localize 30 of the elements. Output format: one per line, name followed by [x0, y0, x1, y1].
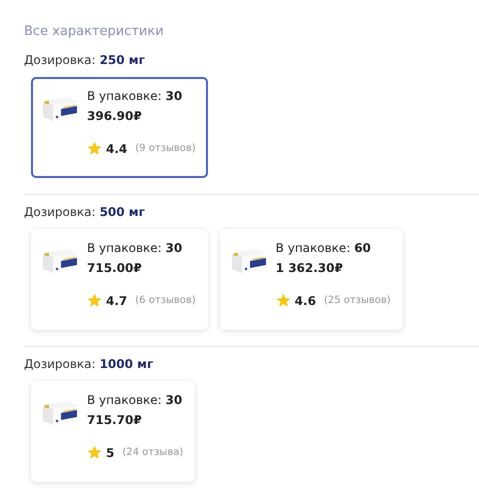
price: 396.90₽ [87, 109, 143, 123]
pack-size: В упаковке: 30 [87, 393, 184, 407]
pack-size: В упаковке: 30 [87, 241, 184, 255]
price: 715.70₽ [87, 413, 143, 427]
price: 1 362.30₽ [276, 261, 344, 275]
pack-size: В упаковке: 60 [276, 241, 372, 255]
dosage-label: Дозировка: [24, 205, 96, 219]
rating: 5 [106, 446, 114, 460]
review-count: (9 отзывов) [135, 143, 196, 154]
review-count: (25 отзывов) [324, 295, 391, 306]
review-count: (24 отзыва) [122, 447, 184, 458]
review-count: (6 отзывов) [135, 295, 196, 306]
star-icon [87, 141, 102, 156]
pack-size: В упаковке: 30 [87, 89, 184, 103]
variant-card[interactable]: В упаковке: 60 1 362.30₽ 4.6 (25 отзывов) [220, 229, 403, 330]
rating: 4.7 [106, 294, 128, 308]
dosage-label: Дозировка: [24, 357, 96, 371]
dosage-value: 1000 мг [100, 357, 154, 371]
dosage-label: Дозировка: [24, 53, 96, 67]
rating: 4.4 [106, 142, 128, 156]
dosage-value: 500 мг [100, 205, 145, 219]
star-icon [87, 445, 102, 460]
dosage-value: 250 мг [100, 53, 145, 67]
price: 715.00₽ [87, 261, 143, 275]
variant-card[interactable]: В упаковке: 30 715.00₽ 4.7 (6 отзывов) [31, 229, 208, 330]
star-icon [276, 293, 291, 308]
star-icon [87, 293, 102, 308]
variant-card[interactable]: В упаковке: 30 715.70₽ 5 (24 отзыва) [31, 381, 196, 482]
variant-card[interactable]: В упаковке: 30 396.90₽ 4.4 (9 отзывов) [31, 77, 208, 178]
rating: 4.6 [294, 294, 316, 308]
